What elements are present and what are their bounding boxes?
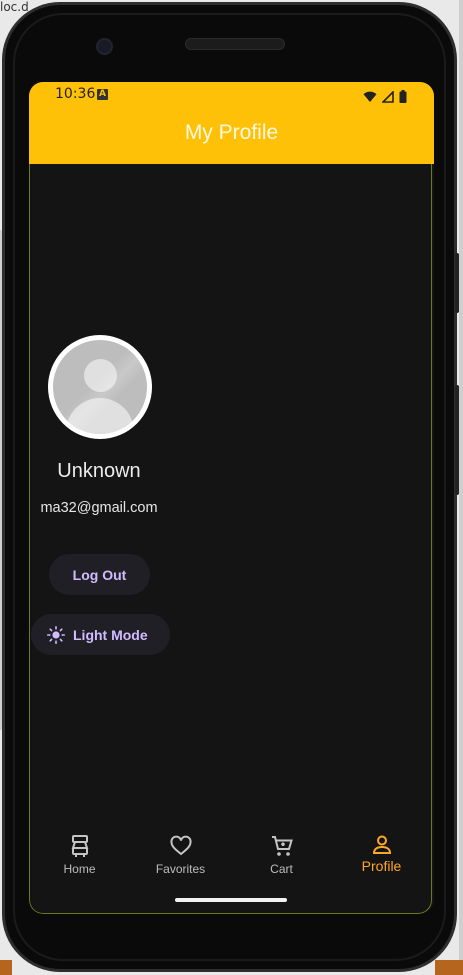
desktop-background-text: loc.d bbox=[0, 0, 29, 14]
nav-item-home[interactable]: Home bbox=[29, 834, 130, 894]
cart-icon bbox=[271, 836, 293, 856]
front-camera bbox=[96, 38, 113, 55]
wifi-icon bbox=[363, 91, 377, 102]
home-icon bbox=[71, 835, 88, 857]
avatar[interactable] bbox=[48, 335, 152, 439]
power-button bbox=[455, 385, 459, 495]
log-out-label: Log Out bbox=[72, 566, 127, 583]
nav-label-cart: Cart bbox=[270, 862, 293, 876]
heart-icon bbox=[169, 835, 192, 856]
content-area bbox=[29, 164, 432, 914]
nav-label-home: Home bbox=[63, 862, 96, 876]
notification-icon: A bbox=[97, 89, 108, 100]
battery-icon bbox=[399, 90, 407, 103]
log-out-button[interactable]: Log Out bbox=[49, 554, 150, 595]
app-bar: 10:36 A My Profile bbox=[29, 82, 434, 164]
light-mode-toggle-button[interactable]: Light Mode bbox=[31, 614, 170, 655]
page-title: My Profile bbox=[184, 121, 279, 144]
volume-button bbox=[455, 253, 459, 313]
home-indicator-bar[interactable] bbox=[175, 898, 287, 902]
app-screen: 10:36 A My Profile Unknown ma32@gmail.co… bbox=[29, 82, 434, 914]
avatar-gloss bbox=[53, 340, 147, 434]
desktop-taskbar-fragment bbox=[435, 960, 463, 975]
profile-name: Unknown bbox=[57, 460, 141, 482]
nav-item-cart[interactable]: Cart bbox=[231, 834, 332, 894]
status-icons bbox=[363, 86, 407, 105]
phone-frame: 10:36 A My Profile Unknown ma32@gmail.co… bbox=[2, 2, 459, 972]
cell-signal-icon bbox=[381, 90, 394, 103]
sun-icon bbox=[47, 625, 65, 644]
nav-label-profile: Profile bbox=[361, 858, 402, 874]
desktop-background-edge bbox=[459, 0, 463, 975]
earpiece-speaker bbox=[185, 38, 285, 50]
person-icon bbox=[372, 835, 391, 854]
status-time: 10:36 bbox=[55, 86, 96, 102]
bottom-navigation-bar: Home Favorites Cart Profile bbox=[29, 824, 432, 904]
nav-item-profile[interactable]: Profile bbox=[331, 834, 432, 894]
nav-label-favorites: Favorites bbox=[155, 862, 206, 876]
nav-item-favorites[interactable]: Favorites bbox=[130, 834, 231, 894]
profile-email: ma32@gmail.com bbox=[40, 500, 158, 516]
light-mode-label: Light Mode bbox=[73, 626, 148, 643]
desktop-taskbar-fragment bbox=[0, 960, 12, 975]
default-avatar-icon bbox=[53, 340, 147, 434]
